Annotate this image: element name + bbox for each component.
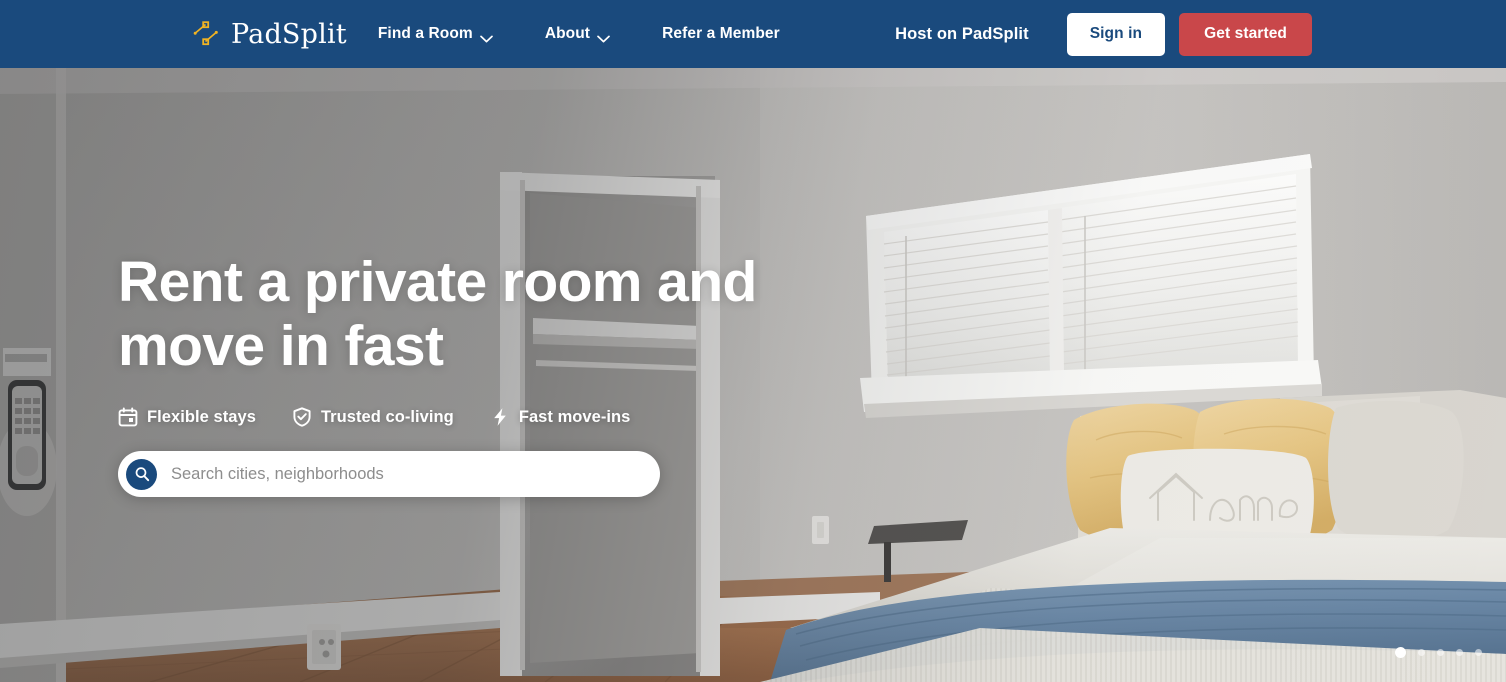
- hero-title-line-1: Rent a private room and: [118, 250, 757, 314]
- padsplit-nodes-icon: [192, 19, 222, 49]
- badge-fast-move-ins-label: Fast move-ins: [518, 407, 631, 426]
- badge-trusted-co-living-label: Trusted co-living: [320, 407, 454, 426]
- carousel-dots: [1395, 647, 1482, 658]
- page-title: Rent a private room and move in fast: [118, 250, 898, 378]
- chevron-down-icon: [597, 30, 610, 43]
- nav-actions: Host on PadSplit Sign in Get started: [895, 12, 1312, 56]
- brand-logo[interactable]: PadSplit: [192, 19, 347, 49]
- nav-item-about-label: About: [544, 25, 591, 42]
- badge-flexible-stays-label: Flexible stays: [147, 407, 256, 426]
- host-on-padsplit-link[interactable]: Host on PadSplit: [895, 25, 1029, 44]
- search-icon[interactable]: [126, 458, 157, 490]
- carousel-dot-1[interactable]: [1395, 647, 1406, 658]
- top-navigation-bar: PadSplit Find a Room About Refer a Membe…: [0, 0, 1506, 68]
- nav-links: Find a Room About Refer a Member: [378, 25, 806, 43]
- shield-check-icon: [292, 407, 312, 427]
- carousel-dot-3[interactable]: [1437, 649, 1444, 656]
- lightning-bolt-icon: [490, 407, 510, 427]
- hero-section: Rent a private room and move in fast Fle…: [0, 68, 1506, 682]
- sign-in-button[interactable]: Sign in: [1066, 12, 1166, 56]
- hero-content: Rent a private room and move in fast Fle…: [118, 250, 898, 497]
- hero-feature-badges: Flexible stays Trusted co-living Fast mo…: [118, 407, 898, 427]
- nav-item-refer-a-member-label: Refer a Member: [662, 25, 780, 42]
- padsplit-landing-page: PadSplit Find a Room About Refer a Membe…: [0, 0, 1506, 682]
- search-input[interactable]: [171, 464, 660, 484]
- brand-name: PadSplit: [231, 18, 347, 50]
- badge-fast-move-ins: Fast move-ins: [490, 407, 631, 427]
- hero-title-line-2: move in fast: [118, 314, 444, 378]
- carousel-dot-4[interactable]: [1456, 649, 1463, 656]
- hero-search-bar[interactable]: [118, 451, 660, 497]
- carousel-dot-5[interactable]: [1475, 649, 1482, 656]
- nav-item-refer-a-member[interactable]: Refer a Member: [636, 25, 806, 43]
- calendar-icon: [118, 407, 138, 427]
- chevron-down-icon: [479, 30, 493, 43]
- get-started-button[interactable]: Get started: [1179, 12, 1312, 56]
- badge-trusted-co-living: Trusted co-living: [292, 407, 454, 427]
- nav-item-find-a-room[interactable]: Find a Room: [378, 25, 519, 43]
- carousel-dot-2[interactable]: [1418, 649, 1425, 656]
- nav-item-find-a-room-label: Find a Room: [377, 25, 473, 42]
- badge-flexible-stays: Flexible stays: [118, 407, 256, 427]
- nav-item-about[interactable]: About: [519, 25, 636, 43]
